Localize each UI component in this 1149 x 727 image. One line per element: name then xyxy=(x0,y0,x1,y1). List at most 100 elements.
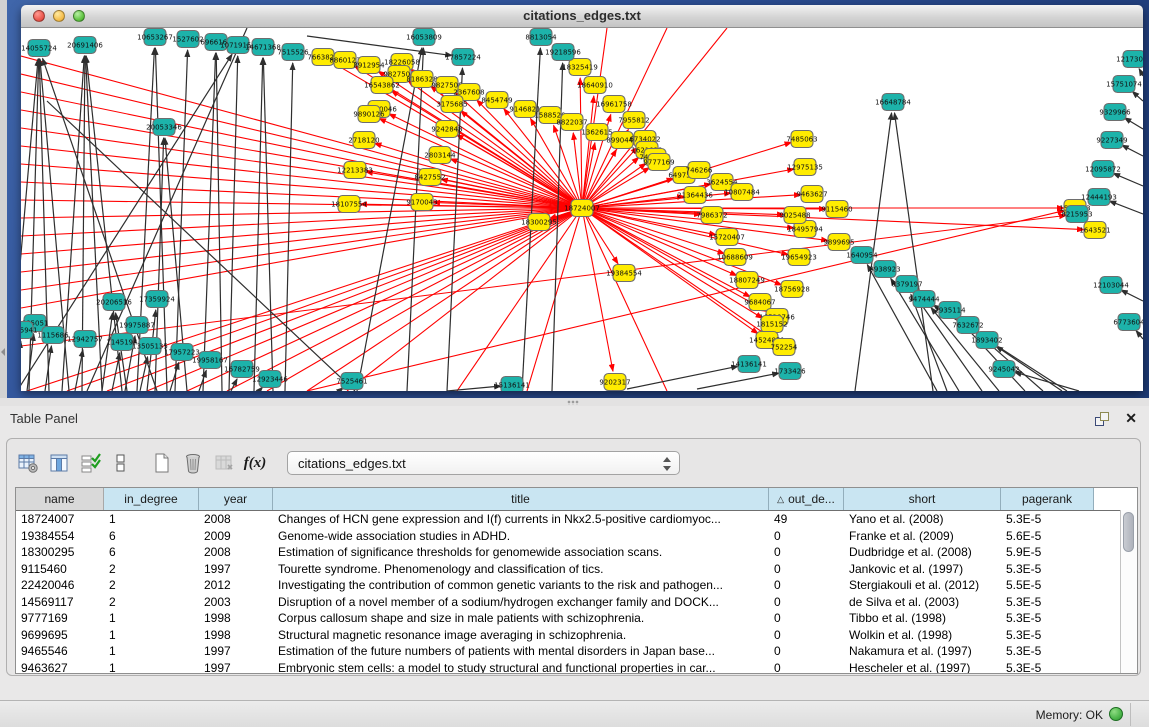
network-node[interactable]: 746266 xyxy=(686,162,713,179)
network-node[interactable]: 16648784 xyxy=(875,94,911,111)
table-options-button[interactable] xyxy=(15,450,41,476)
table-row[interactable]: 946362711997Embryonic stem cells: a mode… xyxy=(16,660,1137,675)
network-node[interactable]: 10653267 xyxy=(137,29,173,46)
network-node[interactable]: 6773604 xyxy=(1113,314,1143,331)
column-header-short[interactable]: short xyxy=(844,488,1001,510)
cell-name: 14569117 xyxy=(16,594,104,611)
network-node[interactable]: 9329966 xyxy=(1099,104,1131,121)
cell-out_de: 0 xyxy=(769,577,844,594)
network-node[interactable]: 2803144 xyxy=(424,147,456,164)
network-node[interactable]: 7485063 xyxy=(786,131,817,148)
network-node[interactable]: 8215953 xyxy=(1061,206,1092,223)
network-node[interactable]: 1893402 xyxy=(971,332,1002,349)
splitter-grip-icon[interactable] xyxy=(567,400,579,405)
network-node[interactable]: 9115460 xyxy=(821,201,852,218)
column-header-in_degree[interactable]: in_degree xyxy=(104,488,199,510)
network-node[interactable]: 9474444 xyxy=(908,291,940,308)
column-header-label: out_de... xyxy=(788,492,835,506)
network-node[interactable]: 12942757 xyxy=(67,331,103,348)
column-header-out_de[interactable]: △ out_de... xyxy=(769,488,844,510)
network-node[interactable]: 8427552 xyxy=(414,169,445,186)
network-node[interactable]: 7632672 xyxy=(952,317,983,334)
network-node[interactable]: 7986372 xyxy=(696,207,727,224)
network-node[interactable]: 12444193 xyxy=(1081,189,1117,206)
network-node[interactable]: 3175685 xyxy=(436,96,467,113)
network-node[interactable]: 19384554 xyxy=(606,265,642,282)
network-node[interactable]: 18640910 xyxy=(577,77,613,94)
network-node[interactable]: 17857224 xyxy=(445,49,481,66)
network-node[interactable]: 1527602 xyxy=(172,31,203,48)
network-canvas[interactable]: 1872400776638228860123891295418226058982… xyxy=(21,28,1143,391)
delete-column-button[interactable] xyxy=(180,450,206,476)
network-node[interactable]: 20691406 xyxy=(67,37,103,54)
network-node[interactable]: 15751074 xyxy=(1106,76,1142,93)
network-node[interactable]: 9202317 xyxy=(599,374,630,391)
column-header-title[interactable]: title xyxy=(273,488,769,510)
network-node[interactable]: 1643521 xyxy=(1079,222,1110,239)
import-table-disabled-button[interactable] xyxy=(211,450,237,476)
create-column-button[interactable] xyxy=(149,450,175,476)
network-node[interactable]: 2935114 xyxy=(934,302,966,319)
network-node[interactable]: 12173044 xyxy=(1116,51,1143,68)
network-node[interactable]: 10688609 xyxy=(717,249,753,266)
table-row[interactable]: 2242004622012Investigating the contribut… xyxy=(16,577,1137,594)
network-node[interactable]: 7515526 xyxy=(277,44,309,61)
network-node[interactable]: 752254 xyxy=(771,339,798,356)
column-header-year[interactable]: year xyxy=(199,488,273,510)
table-row[interactable]: 969969511998Structural magnetic resonanc… xyxy=(16,627,1137,644)
network-node[interactable]: 9777169 xyxy=(643,154,674,171)
network-node[interactable]: 9899695 xyxy=(823,234,854,251)
network-node[interactable]: 9245042 xyxy=(988,361,1019,378)
network-node[interactable]: 9227349 xyxy=(1096,132,1127,149)
network-node[interactable]: 12975135 xyxy=(787,159,823,176)
network-node[interactable]: 16961758 xyxy=(596,96,632,113)
network-node[interactable]: 9242848 xyxy=(431,121,462,138)
network-node[interactable]: 14055724 xyxy=(21,40,57,57)
column-header-pagerank[interactable]: pagerank xyxy=(1001,488,1094,510)
table-row[interactable]: 1938455462009Genome-wide association stu… xyxy=(16,528,1137,545)
network-node[interactable]: 19654923 xyxy=(781,249,817,266)
sort-ascending-icon: △ xyxy=(777,494,784,505)
network-node[interactable]: 8938923 xyxy=(869,261,900,278)
table-row[interactable]: 946554611997Estimation of the future num… xyxy=(16,643,1137,660)
split-view-button[interactable] xyxy=(108,450,134,476)
node-label: 15751074 xyxy=(1106,81,1142,89)
table-row[interactable]: 1830029562008Estimation of significance … xyxy=(16,544,1137,561)
network-node[interactable]: 15720407 xyxy=(709,229,745,246)
network-node[interactable]: 14136141 xyxy=(731,356,767,373)
network-node[interactable]: 8454749 xyxy=(481,92,512,109)
network-node[interactable]: 9025488 xyxy=(779,207,810,224)
table-scrollbar[interactable] xyxy=(1120,510,1137,673)
network-node[interactable]: 7525461 xyxy=(336,373,367,390)
table-row[interactable]: 1872400712008Changes of HCN gene express… xyxy=(16,511,1137,528)
network-node[interactable]: 8912954 xyxy=(353,57,385,74)
scrollbar-thumb[interactable] xyxy=(1123,512,1134,552)
network-node[interactable]: 16053809 xyxy=(406,29,442,46)
cell-short: Yano et al. (2008) xyxy=(844,511,1001,528)
show-columns-button[interactable] xyxy=(46,450,72,476)
network-node[interactable]: 19975887 xyxy=(119,317,155,334)
network-node[interactable]: 15136141 xyxy=(494,377,530,392)
function-builder-button[interactable]: f(x) xyxy=(242,450,268,476)
table-row[interactable]: 1456911722003Disruption of a novel membe… xyxy=(16,594,1137,611)
table-selector-dropdown[interactable]: citations_edges.txt xyxy=(287,451,680,475)
network-node[interactable]: 2718120 xyxy=(348,132,379,149)
network-node[interactable]: 8813054 xyxy=(525,29,557,46)
network-node[interactable]: 20206516 xyxy=(96,294,132,311)
collapse-arrow-icon[interactable] xyxy=(1,348,5,356)
network-node[interactable]: 7955812 xyxy=(618,112,649,129)
table-row[interactable]: 977716911998Corpus callosum shape and si… xyxy=(16,610,1137,627)
panel-splitter[interactable] xyxy=(0,398,1149,406)
table-row[interactable]: 911546021997Tourette syndrome. Phenomeno… xyxy=(16,561,1137,578)
network-node[interactable]: 9463627 xyxy=(796,186,827,203)
float-panel-icon[interactable] xyxy=(1095,412,1109,426)
network-node[interactable]: 17359924 xyxy=(139,291,175,308)
network-node[interactable]: 9170043 xyxy=(406,194,437,211)
network-node[interactable]: 1815152 xyxy=(756,316,787,333)
network-node[interactable]: 18756928 xyxy=(774,281,810,298)
close-panel-icon[interactable]: ✕ xyxy=(1125,410,1137,426)
memory-status-indicator[interactable] xyxy=(1109,707,1123,721)
column-header-name[interactable]: name xyxy=(16,488,104,510)
select-rows-button[interactable] xyxy=(77,450,103,476)
network-node[interactable]: 1733426 xyxy=(774,363,806,380)
